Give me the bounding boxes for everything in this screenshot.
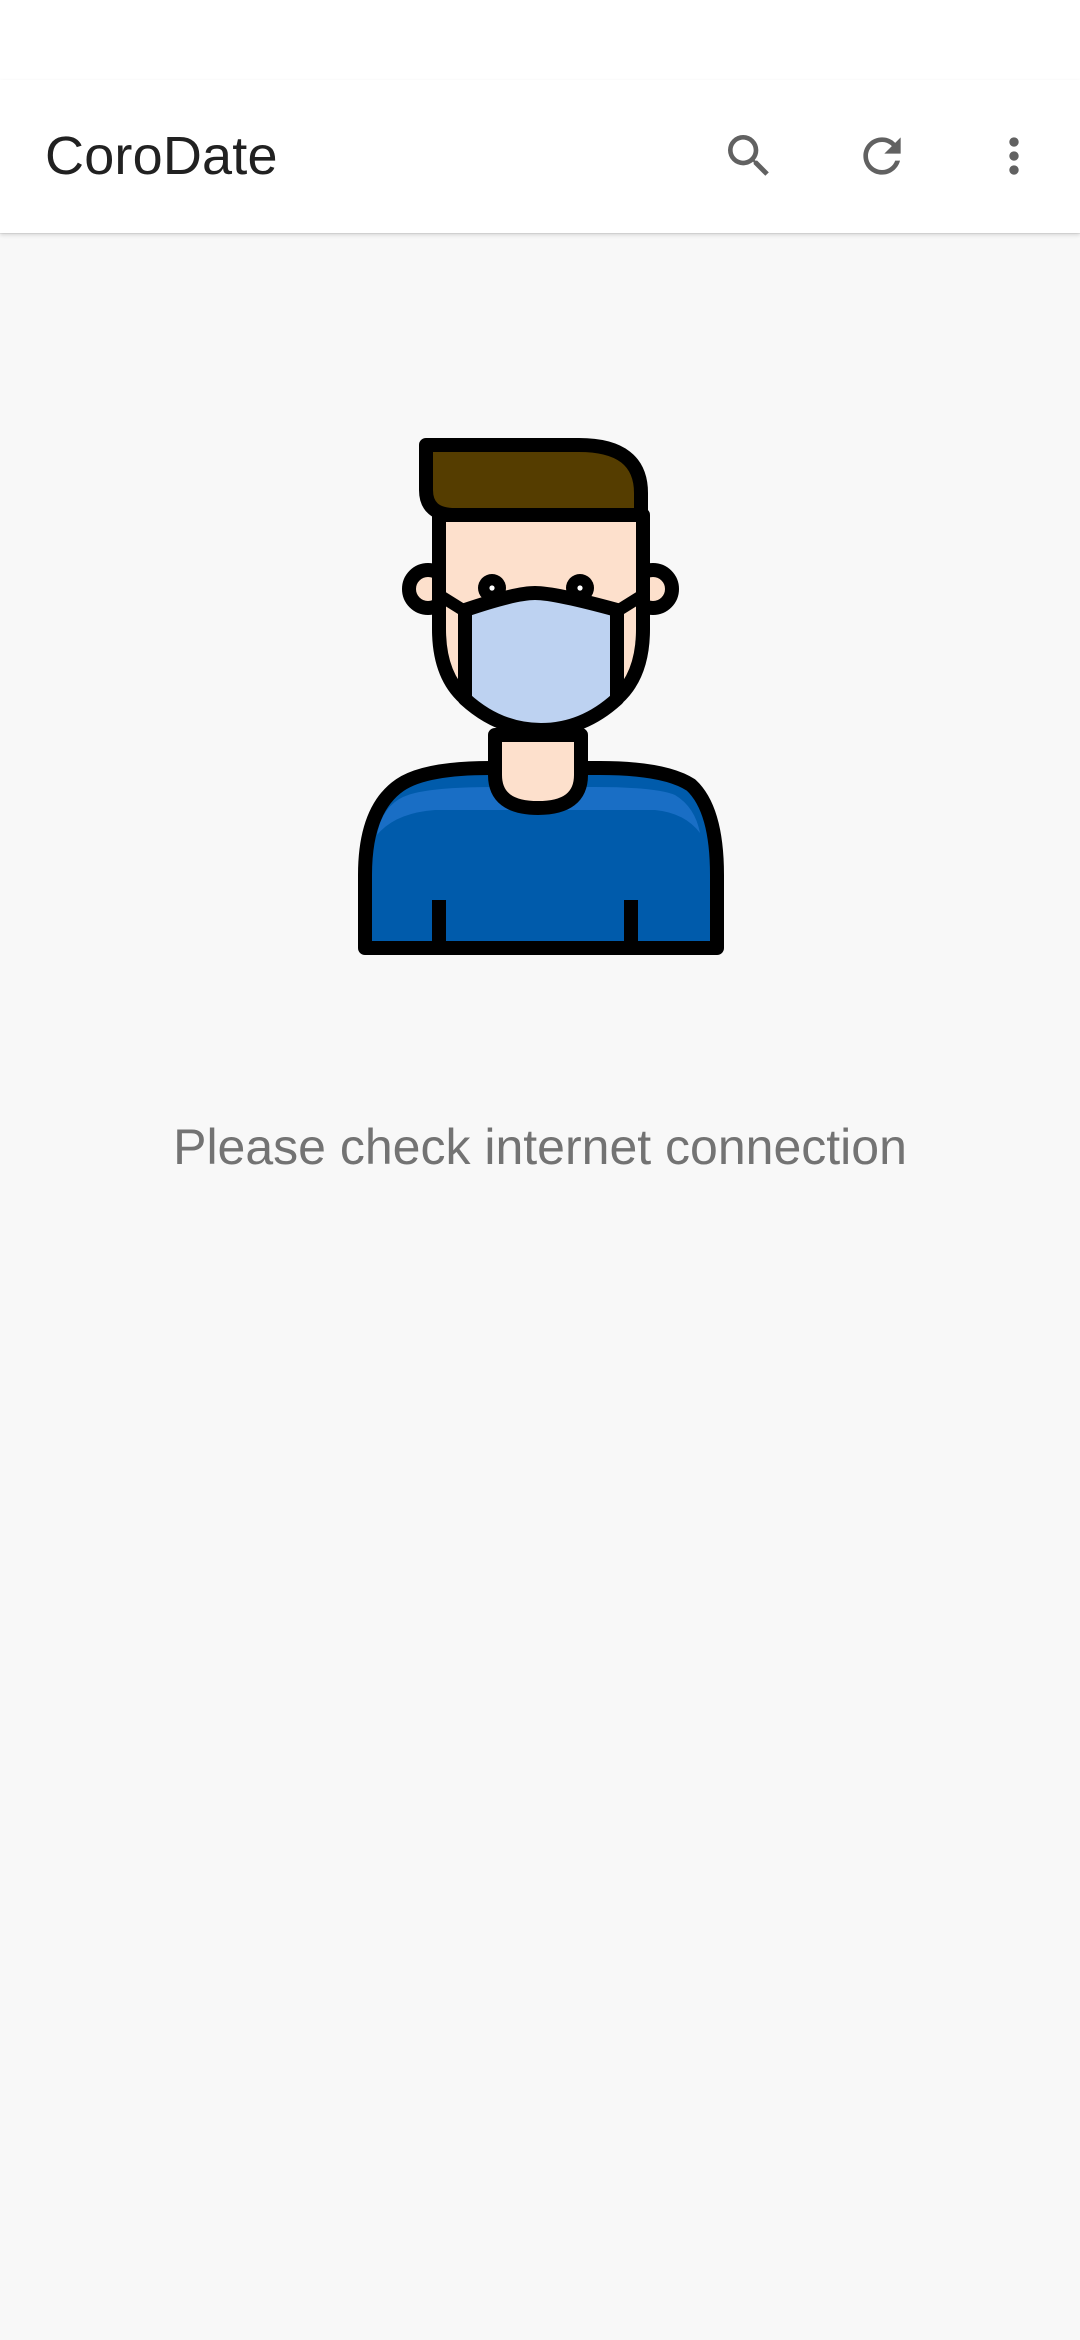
more-vert-icon	[1009, 137, 1019, 175]
refresh-button[interactable]	[836, 110, 928, 202]
hair-shape	[419, 438, 648, 522]
face-mask	[458, 586, 624, 737]
neck-shape	[488, 728, 588, 815]
status-bar	[0, 0, 1080, 80]
right-eye-glint	[577, 585, 583, 591]
app-title: CoroDate	[45, 126, 278, 186]
search-icon	[728, 135, 769, 176]
connection-error-message: Please check internet connection	[173, 1119, 907, 1175]
masked-person-illustration	[358, 438, 724, 955]
refresh-icon	[863, 137, 901, 175]
app-bar: CoroDate	[0, 80, 1080, 233]
left-eye-glint	[489, 585, 495, 591]
search-button[interactable]	[703, 110, 795, 202]
more-options-button[interactable]	[968, 110, 1060, 202]
